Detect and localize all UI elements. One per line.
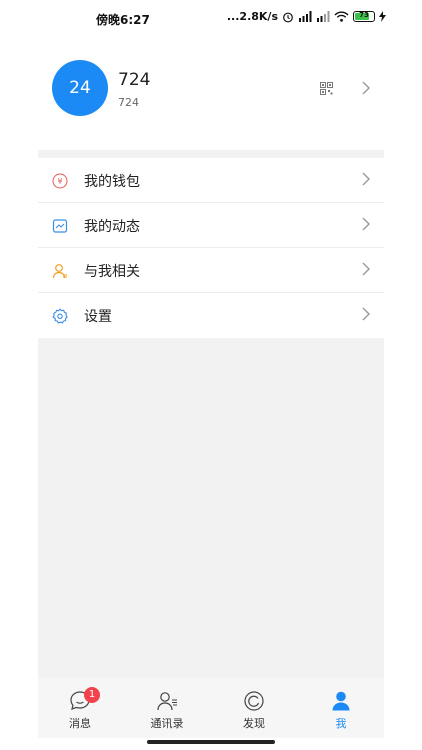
tab-label: 发现 — [243, 717, 265, 730]
menu-item-label: 我的动态 — [84, 219, 140, 235]
wallet-icon: ¥ — [52, 173, 68, 189]
profile-chevron-right-icon — [362, 81, 370, 95]
menu-item-label: 设置 — [84, 309, 112, 325]
menu-item-wallet[interactable]: ¥ 我的钱包 — [38, 158, 384, 203]
profile-page: 24 724 724 ¥ 我的钱包 我的动态 与我相关 设置 — [38, 38, 384, 678]
status-bar: 傍晚6:27 ...2.8K/s 73 — [0, 0, 422, 36]
battery-level: 73 — [359, 11, 369, 19]
profile-card[interactable]: 24 724 724 — [38, 38, 384, 150]
menu-list: ¥ 我的钱包 我的动态 与我相关 设置 — [38, 158, 384, 338]
tab-messages[interactable]: 1 消息 — [50, 687, 110, 731]
profile-user-id: 724 — [118, 96, 139, 109]
status-time: 傍晚6:27 — [96, 13, 150, 27]
tab-label: 我 — [335, 717, 347, 730]
chevron-right-icon — [362, 172, 370, 186]
unread-badge: 1 — [84, 687, 100, 703]
alarm-icon — [283, 12, 293, 22]
menu-item-label: 与我相关 — [84, 264, 140, 280]
signal-2-icon — [317, 11, 330, 22]
menu-item-label: 我的钱包 — [84, 174, 140, 190]
menu-item-settings[interactable]: 设置 — [38, 293, 384, 338]
tab-label: 通讯录 — [150, 717, 184, 730]
moments-icon — [52, 219, 68, 233]
tab-me[interactable]: 我 — [311, 690, 371, 731]
menu-item-moments[interactable]: 我的动态 — [38, 203, 384, 248]
wifi-icon — [334, 11, 349, 22]
chevron-right-icon — [362, 217, 370, 231]
tab-discover[interactable]: 发现 — [224, 690, 284, 731]
tab-label: 消息 — [69, 717, 91, 730]
qr-code-icon[interactable] — [320, 82, 333, 95]
tab-contacts[interactable]: 通讯录 — [137, 690, 197, 731]
profile-name: 724 — [118, 70, 151, 90]
menu-item-related[interactable]: 与我相关 — [38, 248, 384, 293]
charging-icon — [379, 11, 386, 22]
chevron-right-icon — [362, 262, 370, 276]
bottom-tab-bar: 1 消息 通讯录 发现 我 — [38, 678, 384, 738]
related-user-icon — [52, 264, 67, 279]
me-person-icon — [332, 691, 350, 711]
home-indicator[interactable] — [147, 740, 275, 744]
avatar[interactable]: 24 — [52, 60, 108, 116]
svg-text:¥: ¥ — [57, 177, 62, 186]
contacts-icon — [157, 692, 177, 711]
status-icons: ...2.8K/s 73 — [227, 10, 386, 23]
signal-icon — [299, 11, 312, 22]
network-speed: ...2.8K/s — [226, 10, 278, 23]
settings-gear-icon — [52, 308, 68, 324]
chevron-right-icon — [362, 307, 370, 321]
discover-icon — [244, 691, 264, 711]
battery-icon: 73 — [353, 11, 375, 22]
